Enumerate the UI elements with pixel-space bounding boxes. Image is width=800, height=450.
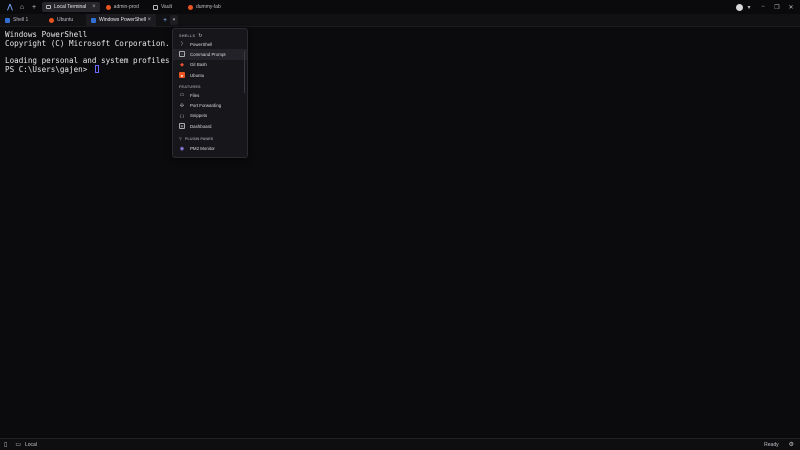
menu-section-header: SHELLS ↻ [173,32,247,39]
new-window-tab-icon[interactable]: + [28,1,40,13]
port-forwarding-icon: ✣ [179,102,185,109]
powershell-icon [5,17,10,23]
terminal-cursor [94,65,99,74]
folder-icon: ▭ [179,92,185,99]
code-braces-icon: { } [180,113,184,119]
ubuntu-icon [49,17,54,23]
section-label: SHELLS [179,33,196,38]
connection-label: Local [24,441,37,448]
close-icon[interactable]: × [92,4,96,10]
terminal-prompt-line: PS C:\Users\gajen> [5,65,800,75]
menu-item-files[interactable]: ▭ Files [173,90,247,100]
home-icon[interactable]: ⌂ [16,1,28,13]
window-tab-label: admin-prod [113,4,139,10]
menu-item-label: PM2 Monitor [190,146,215,152]
menu-scrollbar[interactable] [244,51,245,93]
tab-label: Windows PowerShell [99,17,146,23]
monitor-icon [46,5,51,9]
tab-ubuntu[interactable]: Ubuntu [44,14,86,27]
window-controls: ▾ − ❐ ✕ [736,2,796,12]
section-label: PLUGIN PANES [184,136,214,141]
close-icon[interactable]: × [147,17,151,23]
refresh-icon[interactable]: ↻ [198,33,202,39]
menu-item-label: Port Forwarding [190,103,222,109]
status-left: ▯ ▭ Local [4,441,37,449]
chevron-down-icon[interactable]: ▾ [744,2,754,12]
terminal-icon: ▪ [179,51,185,58]
menu-item-dashboard[interactable]: ▤ Dashboard [173,121,247,131]
window-tab-label: Local Terminal [54,4,87,10]
app-logo-icon: ⋀ [7,4,13,11]
menu-item-label: PowerShell [190,41,213,47]
terminal-line: Copyright (C) Microsoft Corporation. All… [5,38,211,48]
new-tab-menu: SHELLS ↻ ⟩ PowerShell ▪ Command Prompt ◆… [172,28,248,158]
window-tab-label: Vault [160,4,172,10]
menu-item-port-forwarding[interactable]: ✣ Port Forwarding [173,100,247,110]
menu-item-label: Command Prompt [190,51,226,57]
status-right: Ready ⚙ [764,441,794,449]
sidebar-toggle-icon[interactable]: ▯ [4,441,7,448]
window-tab-label: dummy-lab [196,4,221,10]
maximize-icon[interactable]: ❐ [772,2,782,12]
monitor-icon: ◉ [179,145,185,152]
monitor-icon: ▭ [15,442,21,448]
menu-item-label: Snippets [190,113,208,119]
dashboard-icon: ▤ [179,123,185,130]
tab-shell-1[interactable]: Shell 1 [0,14,44,27]
powershell-icon: ⟩ [181,41,183,48]
menu-item-label: Ubuntu [190,72,205,78]
app-window: ⋀ ⌂ + Local Terminal × admin-prod Vault … [0,0,800,450]
ubuntu-icon: ● [179,72,185,79]
vault-icon [152,4,158,10]
close-window-icon[interactable]: ✕ [786,2,796,12]
menu-item-powershell[interactable]: ⟩ PowerShell [173,39,247,49]
title-bar: ⋀ ⌂ + Local Terminal × admin-prod Vault … [0,0,800,14]
menu-item-git-bash[interactable]: ◆ Git Bash [173,60,247,70]
git-icon: ◆ [180,61,184,68]
status-bar: ▯ ▭ Local Ready ⚙ [0,438,800,450]
tab-label: Ubuntu [57,17,74,23]
avatar[interactable] [736,3,743,11]
menu-item-label: Dashboard [190,123,212,129]
tab-label: Shell 1 [13,17,29,23]
terminal-output[interactable]: Windows PowerShell Copyright (C) Microsof… [5,31,800,431]
minimize-icon[interactable]: − [758,2,768,12]
menu-item-ubuntu[interactable]: ● Ubuntu [173,70,247,80]
menu-item-snippets[interactable]: { } Snippets [173,111,247,121]
section-label: FEATURES [179,84,201,89]
settings-icon[interactable]: ⚙ [789,441,794,448]
menu-section-header: FEATURES [173,83,247,90]
terminal-tab-bar: Shell 1 Ubuntu Windows PowerShell × + ▾ [0,13,800,27]
window-tab-dummy-lab[interactable]: dummy-lab [184,2,225,12]
menu-item-label: Git Bash [190,62,207,68]
ubuntu-icon [188,4,193,10]
menu-section-header: ⚲ PLUGIN PANES [173,134,247,143]
pin-icon: ⚲ [179,136,182,142]
new-tab-button[interactable]: + [160,15,170,25]
menu-item-pm2-monitor[interactable]: ◉ PM2 Monitor [173,143,247,153]
ubuntu-icon [105,4,111,10]
terminal-line: Loading personal and system profiles too… [5,55,211,65]
window-tab-admin-prod[interactable]: admin-prod [102,2,143,12]
window-tab-local-terminal[interactable]: Local Terminal × [42,2,100,12]
menu-item-command-prompt[interactable]: ▪ Command Prompt [173,49,247,60]
powershell-icon [91,17,96,23]
menu-item-label: Files [190,92,200,98]
status-text: Ready [764,441,779,448]
tab-windows-powershell[interactable]: Windows PowerShell × [86,13,156,27]
terminal-prompt: PS C:\Users\gajen> [5,65,92,75]
window-tab-vault[interactable]: Vault [149,2,176,12]
chevron-down-icon[interactable]: ▾ [170,15,178,25]
